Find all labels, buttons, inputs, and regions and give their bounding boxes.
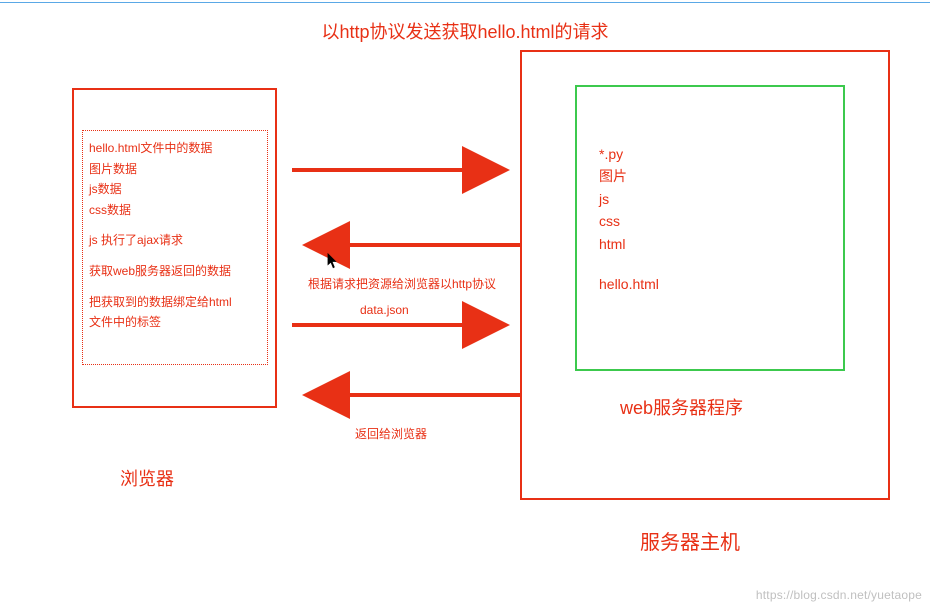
browser-label: 浏览器 [120, 465, 174, 491]
arrow-return-label: 返回给浏览器 [355, 425, 427, 442]
arrow-response-label: 根据请求把资源给浏览器以http协议 [308, 275, 496, 292]
arrow-response-icon [292, 230, 522, 260]
browser-box: hello.html文件中的数据 图片数据 js数据 css数据 js 执行了a… [72, 88, 277, 408]
browser-line: css数据 [89, 201, 261, 220]
browser-line: hello.html文件中的数据 [89, 139, 261, 158]
server-hello-file: hello.html [599, 273, 821, 295]
arrow-data-json-label: data.json [360, 303, 409, 317]
arrow-request-icon [292, 155, 522, 185]
watermark: https://blog.csdn.net/yuetaope [756, 588, 922, 602]
server-file: 图片 [599, 165, 821, 187]
diagram-title: 以http协议发送获取hello.html的请求 [321, 18, 608, 44]
browser-line: js数据 [89, 180, 261, 199]
top-border-line [0, 2, 930, 3]
server-file: js [599, 188, 821, 210]
web-server-label: web服务器程序 [620, 394, 743, 420]
server-host-label: 服务器主机 [640, 526, 740, 555]
arrow-ajax-response-icon [292, 380, 522, 410]
web-server-box: *.py 图片 js css html hello.html [575, 85, 845, 371]
browser-bind-line: 把获取到的数据绑定给html [89, 293, 261, 312]
server-file: *.py [599, 143, 821, 165]
browser-bind-line: 文件中的标签 [89, 313, 261, 332]
browser-line: 图片数据 [89, 160, 261, 179]
browser-recv-line: 获取web服务器返回的数据 [89, 262, 261, 281]
browser-ajax-line: js 执行了ajax请求 [89, 231, 261, 250]
server-file: css [599, 210, 821, 232]
browser-inner-box: hello.html文件中的数据 图片数据 js数据 css数据 js 执行了a… [82, 130, 268, 365]
server-file: html [599, 233, 821, 255]
